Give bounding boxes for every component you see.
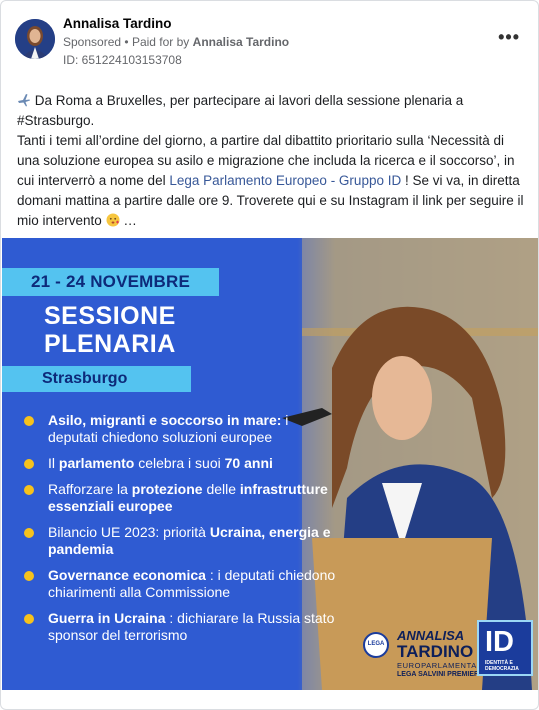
signature-party: LEGA SALVINI PREMIER bbox=[397, 671, 480, 678]
separator: • bbox=[124, 35, 129, 49]
author-name[interactable]: Annalisa Tardino bbox=[63, 16, 289, 31]
lega-logo-text: LEGA bbox=[367, 641, 385, 647]
agenda-item: Governance economica : i deputati chiedo… bbox=[22, 567, 342, 601]
agenda-item-text: delle bbox=[202, 481, 240, 497]
agenda-item: Asilo, migranti e soccorso in mare: i de… bbox=[22, 412, 342, 446]
agenda-list: Asilo, migranti e soccorso in mare: i de… bbox=[22, 412, 342, 653]
airplane-icon bbox=[17, 91, 31, 111]
agenda-item-bold: Asilo, migranti e soccorso in mare: bbox=[48, 412, 282, 428]
post-header: Annalisa Tardino Sponsored • Paid for by… bbox=[13, 13, 526, 73]
agenda-item-bold: Guerra in Ucraina bbox=[48, 610, 166, 626]
paid-for-name: Annalisa Tardino bbox=[192, 35, 290, 49]
id-logo-subtext: IDENTITÀ E DEMOCRAZIA bbox=[485, 660, 519, 672]
signature-role: EUROPARLAMENTARE bbox=[397, 661, 489, 670]
agenda-item: Il parlamento celebra i suoi 70 anni bbox=[22, 455, 342, 472]
post-meta: Annalisa Tardino Sponsored • Paid for by… bbox=[63, 16, 289, 67]
avatar-photo bbox=[15, 19, 55, 59]
session-dates: 21 - 24 NOVEMBRE bbox=[2, 268, 219, 296]
session-city: Strasburgo bbox=[2, 366, 191, 392]
lega-logo: LEGA bbox=[363, 632, 389, 658]
session-title-line1: SESSIONE bbox=[44, 302, 176, 330]
ad-post-card: Annalisa Tardino Sponsored • Paid for by… bbox=[0, 0, 539, 710]
agenda-item-text: celebra i suoi bbox=[134, 455, 225, 471]
agenda-item-text: Bilancio UE 2023: priorità bbox=[48, 524, 210, 540]
id-group-logo: ID IDENTITÀ E DEMOCRAZIA bbox=[477, 620, 533, 676]
agenda-item: Rafforzare la protezione delle infrastru… bbox=[22, 481, 342, 515]
signature-first-name: ANNALISA bbox=[397, 628, 465, 643]
agenda-item-bold: Governance economica bbox=[48, 567, 206, 583]
ellipsis[interactable]: … bbox=[123, 213, 137, 228]
post-text-line1: Da Roma a Bruxelles, per partecipare ai … bbox=[17, 93, 464, 128]
sponsored-line: Sponsored • Paid for by Annalisa Tardino bbox=[63, 35, 289, 49]
agenda-item-text: Rafforzare la bbox=[48, 481, 132, 497]
kiss-emoji-icon bbox=[106, 211, 120, 231]
agenda-item: Bilancio UE 2023: priorità Ucraina, ener… bbox=[22, 524, 342, 558]
paid-for-label: Paid for by bbox=[131, 35, 190, 49]
page-link[interactable]: Lega Parlamento Europeo - Gruppo ID bbox=[169, 173, 401, 188]
post-text: Da Roma a Bruxelles, per partecipare ai … bbox=[17, 91, 527, 231]
ad-id: ID: 651224103153708 bbox=[63, 53, 182, 67]
ad-banner-image[interactable]: 21 - 24 NOVEMBRE SESSIONE PLENARIA Stras… bbox=[2, 238, 538, 690]
agenda-item-text: Il bbox=[48, 455, 59, 471]
author-avatar[interactable] bbox=[15, 19, 55, 59]
signature-block: ANNALISA TARDINO EUROPARLAMENTARE LEGA S… bbox=[397, 629, 488, 679]
id-logo-text: ID bbox=[485, 626, 514, 658]
session-title: SESSIONE PLENARIA bbox=[44, 302, 176, 358]
agenda-item: Guerra in Ucraina : dichiarare la Russia… bbox=[22, 610, 342, 644]
agenda-item-bold: protezione bbox=[131, 481, 203, 497]
signature-last-name: TARDINO bbox=[397, 642, 474, 661]
session-title-line2: PLENARIA bbox=[44, 330, 176, 358]
agenda-item-bold: 70 anni bbox=[224, 455, 273, 471]
agenda-item-bold: parlamento bbox=[58, 455, 135, 471]
sponsored-label: Sponsored bbox=[63, 35, 122, 49]
more-options-icon[interactable]: ••• bbox=[498, 27, 520, 48]
